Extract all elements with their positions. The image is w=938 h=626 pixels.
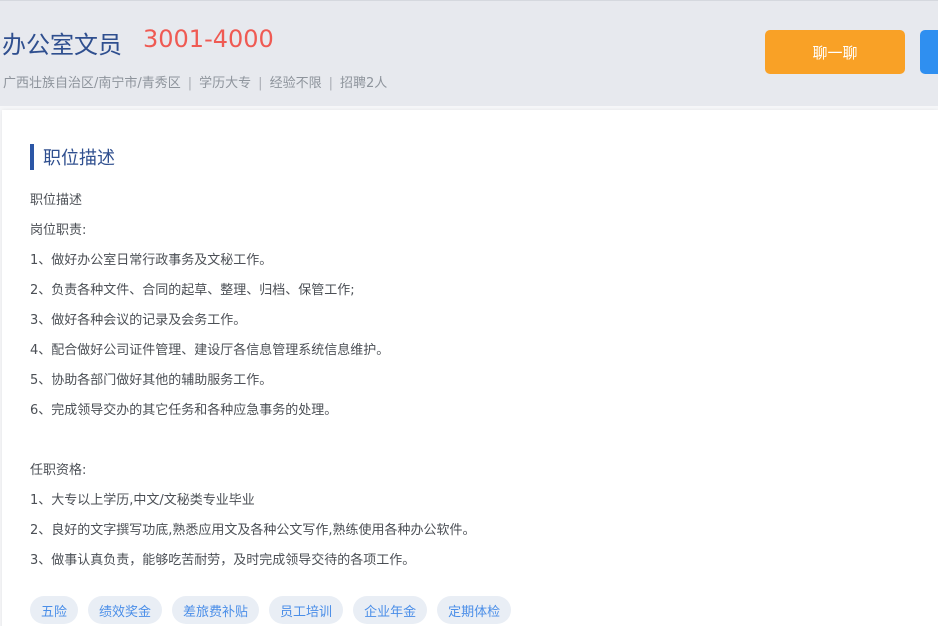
- benefit-tag: 五险: [30, 596, 79, 624]
- benefit-tag: 差旅费补贴: [172, 596, 260, 624]
- description-body: 职位描述 岗位职责: 1、做好办公室日常行政事务及文秘工作。 2、负责各种文件、…: [30, 190, 890, 580]
- chat-button[interactable]: 聊一聊: [765, 30, 905, 74]
- meta-separator: |: [258, 76, 263, 91]
- description-line: 3、做事认真负责，能够吃苦耐劳，及时完成领导交待的各项工作。: [30, 553, 416, 568]
- description-line: 岗位职责:: [30, 223, 87, 238]
- description-line: 2、良好的文字撰写功底,熟悉应用文及各种公文写作,熟练使用各种办公软件。: [30, 523, 476, 538]
- description-line: 2、负责各种文件、合同的起草、整理、归档、保管工作;: [30, 283, 355, 298]
- benefit-tag: 定期体检: [437, 596, 512, 624]
- benefit-tag: 员工培训: [269, 596, 344, 624]
- description-line: 4、配合做好公司证件管理、建设厅各信息管理系统信息维护。: [30, 343, 390, 358]
- meta-separator: |: [187, 76, 193, 91]
- apply-button[interactable]: [920, 30, 938, 74]
- job-meta: 广西壮族自治区/南宁市/青秀区 | 学历大专 | 经验不限 | 招聘2人: [3, 72, 387, 91]
- description-line: 1、做好办公室日常行政事务及文秘工作。: [30, 253, 273, 268]
- meta-headcount: 招聘2人: [339, 76, 388, 91]
- meta-location: 广西壮族自治区/南宁市/青秀区: [3, 76, 181, 91]
- benefit-tags: 五险 绩效奖金 差旅费补贴 员工培训 企业年金 定期体检: [30, 596, 512, 624]
- description-line: 3、做好各种会议的记录及会务工作。: [30, 313, 247, 328]
- description-line: 5、协助各部门做好其他的辅助服务工作。: [30, 373, 273, 388]
- section-heading: 职位描述: [30, 144, 115, 170]
- benefit-tag: 绩效奖金: [88, 596, 163, 624]
- job-description-card: 职位描述 职位描述 岗位职责: 1、做好办公室日常行政事务及文秘工作。 2、负责…: [2, 110, 938, 626]
- section-accent-bar: [30, 144, 34, 170]
- job-detail-page: 办公室文员 3001-4000 广西壮族自治区/南宁市/青秀区 | 学历大专 | 经验不…: [0, 0, 938, 626]
- description-blank-line: [30, 430, 890, 460]
- job-title: 办公室文员: [2, 31, 122, 59]
- meta-education: 学历大专: [199, 76, 252, 91]
- benefit-tag: 企业年金: [353, 596, 428, 624]
- description-line: 任职资格:: [30, 463, 87, 478]
- meta-experience: 经验不限: [269, 76, 322, 91]
- description-line: 1、大专以上学历,中文/文秘类专业毕业: [30, 493, 255, 508]
- description-line: 职位描述: [30, 193, 83, 208]
- salary-range: 3001-4000: [143, 25, 274, 53]
- meta-separator: |: [328, 76, 333, 91]
- job-header: 办公室文员 3001-4000 广西壮族自治区/南宁市/青秀区 | 学历大专 | 经验不…: [0, 0, 938, 106]
- description-line: 6、完成领导交办的其它任务和各种应急事务的处理。: [30, 403, 338, 418]
- section-title: 职位描述: [43, 148, 115, 169]
